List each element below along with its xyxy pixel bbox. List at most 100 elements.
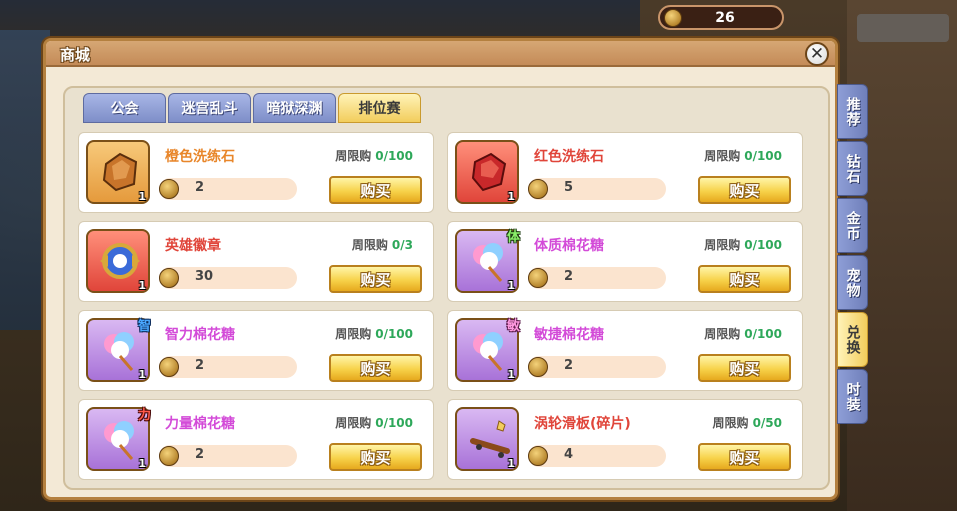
item-name: 橙色洗练石 [165,149,235,165]
purchase-limit: 周限购 0/50 [713,414,782,431]
buy-button[interactable]: 购买 [698,265,791,293]
price-bar: 2 [159,178,297,200]
price-value: 2 [564,269,574,284]
orange-stone-icon: 1 [86,140,150,204]
purchase-limit: 周限购 0/3 [352,236,413,253]
skateboard-fragment-icon: 1 [455,407,519,471]
limit-value: 0/100 [375,416,413,430]
purchase-limit: 周限购 0/100 [335,325,413,342]
shop-item: 力 1 力量棉花糖 周限购 0/100 2 购买 [78,399,434,480]
side-tab-fashion[interactable]: 时装 [837,369,868,424]
shop-item: 体 1 体质棉花糖 周限购 0/100 2 购买 [447,221,803,302]
hero-badge-icon: 1 [86,229,150,293]
price-bar: 2 [528,267,666,289]
item-name: 体质棉花糖 [534,238,604,254]
side-tab-gold[interactable]: 金币 [837,198,868,253]
buy-button[interactable]: 购买 [698,443,791,471]
gold-coin-icon [528,179,548,199]
buy-button[interactable]: 购买 [329,176,422,204]
red-stone-icon: 1 [455,140,519,204]
shop-dialog: 商城 ✕ 公会 迷宫乱斗 暗狱深渊 排位赛 1 橙色洗练石 周限购 0/100 2… [43,38,838,500]
limit-value: 0/3 [391,238,413,252]
limit-label: 周限购 [704,238,741,252]
gold-coin-icon [159,268,179,288]
tab-maze-brawl[interactable]: 迷宫乱斗 [168,93,251,123]
price-value: 5 [564,180,574,195]
buy-button[interactable]: 购买 [698,176,791,204]
item-name: 敏捷棉花糖 [534,327,604,343]
cotton-candy-icon: 智 1 [86,318,151,382]
price-bar: 4 [528,445,666,467]
limit-label: 周限购 [351,238,388,252]
gold-coin-icon [528,357,548,377]
limit-label: 周限购 [704,327,741,341]
item-count: 1 [507,368,515,381]
item-name: 智力棉花糖 [165,327,235,343]
item-count: 1 [507,279,515,292]
limit-label: 周限购 [335,149,372,163]
purchase-limit: 周限购 0/100 [704,147,782,164]
gold-coin-icon [528,446,548,466]
limit-value: 0/100 [744,238,782,252]
gold-coin-icon [159,357,179,377]
item-count: 1 [138,368,146,381]
price-bar: 30 [159,267,297,289]
background-top-bar [0,0,640,40]
price-bar: 5 [528,178,666,200]
price-bar: 2 [159,356,297,378]
side-tab-diamond[interactable]: 钻石 [837,141,868,196]
limit-label: 周限购 [335,327,372,341]
category-tabs: 公会 迷宫乱斗 暗狱深渊 排位赛 [83,93,421,123]
item-name: 力量棉花糖 [165,416,235,432]
gold-coin-icon [159,179,179,199]
purchase-limit: 周限购 0/100 [335,147,413,164]
item-name: 英雄徽章 [165,238,221,254]
gold-coin-icon [159,446,179,466]
side-tab-pet[interactable]: 宠物 [837,255,868,310]
limit-label: 周限购 [335,416,372,430]
price-value: 2 [195,447,205,462]
item-count: 1 [138,190,146,203]
close-button[interactable]: ✕ [805,42,829,66]
dialog-titlebar: 商城 ✕ [46,41,835,67]
gold-counter: 26 [658,5,784,30]
tab-dark-abyss[interactable]: 暗狱深渊 [253,93,336,123]
buy-button[interactable]: 购买 [329,443,422,471]
limit-value: 0/100 [744,327,782,341]
item-count: 1 [138,457,146,470]
side-tab-recommend[interactable]: 推荐 [837,84,868,139]
gold-amount: 26 [715,9,735,26]
dialog-title: 商城 [60,46,91,64]
price-value: 30 [195,269,214,284]
price-value: 2 [195,358,205,373]
shop-item: 智 1 智力棉花糖 周限购 0/100 2 购买 [78,310,434,391]
shop-item: 1 橙色洗练石 周限购 0/100 2 购买 [78,132,434,213]
shop-item: 敏 1 敏捷棉花糖 周限购 0/100 2 购买 [447,310,803,391]
limit-value: 0/100 [375,149,413,163]
stat-tag: 力 [137,408,151,423]
purchase-limit: 周限购 0/100 [704,236,782,253]
stat-tag: 体 [506,230,520,245]
buy-button[interactable]: 购买 [698,354,791,382]
cotton-candy-icon: 敏 1 [455,318,520,382]
item-name: 涡轮滑板(碎片) [534,416,631,432]
price-value: 2 [195,180,205,195]
buy-button[interactable]: 购买 [329,265,422,293]
tab-guild[interactable]: 公会 [83,93,166,123]
price-value: 2 [564,358,574,373]
buy-button[interactable]: 购买 [329,354,422,382]
limit-label: 周限购 [712,416,749,430]
price-bar: 2 [528,356,666,378]
item-name: 红色洗练石 [534,149,604,165]
gold-coin-icon [528,268,548,288]
side-tab-exchange[interactable]: 兑换 [837,312,868,367]
price-bar: 2 [159,445,297,467]
tab-ranked[interactable]: 排位赛 [338,93,421,123]
limit-value: 0/50 [752,416,782,430]
shop-item: 1 涡轮滑板(碎片) 周限购 0/50 4 购买 [447,399,803,480]
background-top-button [857,14,949,42]
stat-tag: 智 [137,319,151,334]
stat-tag: 敏 [506,319,520,334]
item-count: 1 [138,279,146,292]
purchase-limit: 周限购 0/100 [335,414,413,431]
